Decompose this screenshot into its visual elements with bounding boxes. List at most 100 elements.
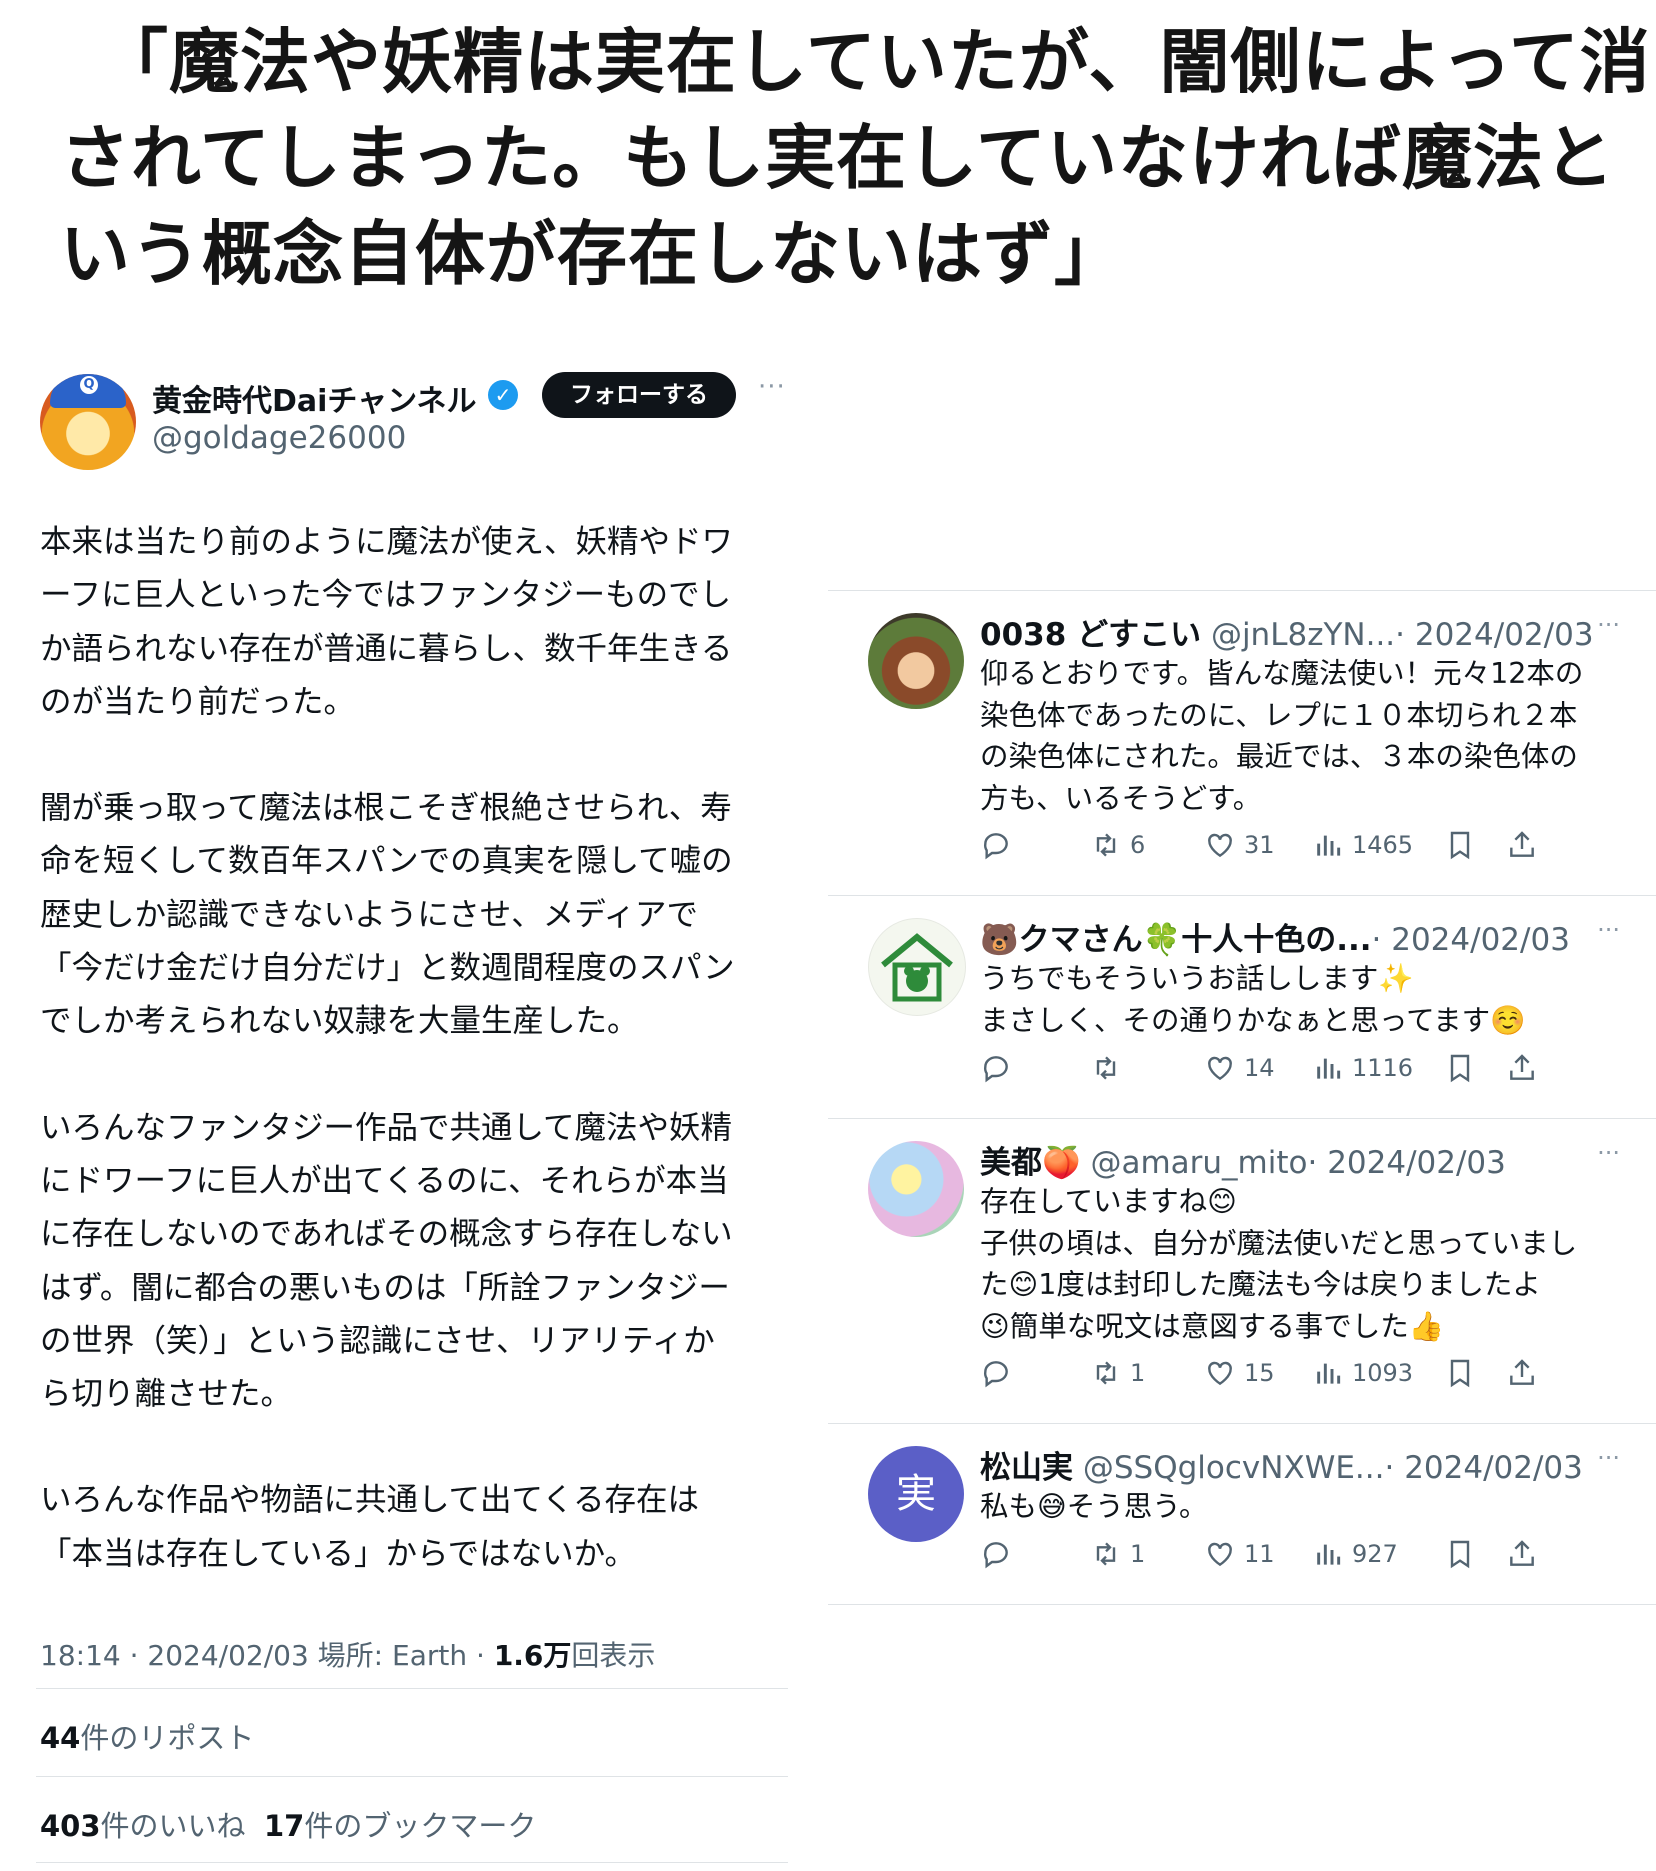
bookmark-icon (1450, 831, 1470, 860)
bookmark-icon (1450, 1540, 1470, 1569)
more-options-icon[interactable]: ··· (1597, 1139, 1620, 1167)
reply-header: 0038 どすこい @jnL8zYN...· 2024/02/03 (980, 609, 1594, 654)
bookmark-button[interactable] (1444, 1052, 1476, 1084)
caption-line: 「魔法や妖精は実在していたが、闇側によって消 (98, 21, 1651, 103)
more-options-icon[interactable]: ··· (1597, 611, 1620, 639)
text-line: た😊1度は封印した魔法も今は戻りましたよ (980, 1268, 1541, 1301)
retweet-icon (1096, 833, 1116, 857)
main-tweet: Q 黄金時代Daiチャンネル ✓ フォローする ··· @goldage2600… (36, 370, 788, 1863)
retweet-button[interactable]: 6 (1090, 829, 1145, 861)
retweet-button[interactable] (1090, 1052, 1130, 1084)
display-name[interactable]: 0038 どすこい (980, 617, 1201, 653)
share-button[interactable] (1506, 1357, 1538, 1389)
bookmark-stats[interactable]: 17件のブックマーク (264, 1809, 536, 1843)
text-line: 「本当は存在している」からではないか。 (40, 1535, 636, 1572)
follow-button[interactable]: フォローする (542, 372, 736, 418)
retweet-button[interactable]: 1 (1090, 1538, 1145, 1570)
avatar-letter: 実 (896, 1471, 936, 1517)
heart-icon (1208, 833, 1232, 858)
retweet-icon (1096, 1361, 1116, 1385)
text-line: ら切り離させた。 (40, 1376, 293, 1413)
repost-stats[interactable]: 44件のリポスト (40, 1715, 254, 1757)
reply-button[interactable] (980, 829, 1012, 861)
like-button[interactable]: 31 (1204, 829, 1275, 861)
reply-tweet[interactable]: 実 松山実 @SSQglocvNXWE...· 2024/02/03 ··· 私… (828, 1424, 1656, 1604)
reply-button[interactable] (980, 1052, 1012, 1084)
reply-date[interactable]: · 2024/02/03 (1385, 1450, 1583, 1486)
tweet-author: Q 黄金時代Daiチャンネル ✓ フォローする ··· @goldage2600… (36, 370, 788, 470)
heart-icon (1208, 1361, 1232, 1386)
reply-date[interactable]: · 2024/02/03 (1372, 922, 1570, 958)
display-name[interactable]: 黄金時代Daiチャンネル (152, 376, 477, 420)
timestamp-location[interactable]: 18:14 · 2024/02/03 場所: Earth · (40, 1639, 494, 1672)
views-button[interactable]: 927 (1312, 1538, 1398, 1570)
cap-letter: Q (80, 376, 98, 394)
user-handle[interactable]: @goldage26000 (152, 420, 406, 456)
share-button[interactable] (1506, 1052, 1538, 1084)
text-line: 私も😅そう思う。 (980, 1490, 1208, 1523)
paragraph: いろんなファンタジー作品で共通して魔法や妖精 にドワーフに巨人が出てくるのに、そ… (40, 1102, 788, 1422)
avatar[interactable] (868, 918, 966, 1016)
share-icon (1510, 831, 1534, 857)
user-handle[interactable]: @SSQglocvNXWE... (1083, 1450, 1385, 1486)
text-line: ーフに巨人といった今ではファンタジーものでし (40, 577, 732, 614)
caption-line: されてしまった。もし実在していなければ魔法と (60, 117, 1615, 199)
bookmark-icon (1450, 1054, 1470, 1083)
avatar[interactable]: 実 (868, 1446, 964, 1542)
heart-icon (1208, 1056, 1232, 1081)
text-line: の世界（笑）」という認識にさせ、リアリティか (40, 1322, 715, 1359)
like-stats[interactable]: 403件のいいね (40, 1809, 246, 1843)
text-line: うちでもそういうお話しします✨ (980, 962, 1414, 995)
bookmark-button[interactable] (1444, 829, 1476, 861)
like-button[interactable]: 14 (1204, 1052, 1275, 1084)
reply-icon (983, 1542, 1008, 1569)
more-options-icon[interactable]: ··· (758, 372, 786, 402)
reply-tweet[interactable]: 0038 どすこい @jnL8zYN...· 2024/02/03 ··· 仰る… (828, 591, 1656, 895)
retweet-button[interactable]: 1 (1090, 1357, 1145, 1389)
display-name[interactable]: 美都🍑 (980, 1145, 1081, 1181)
views-button[interactable]: 1093 (1312, 1357, 1413, 1389)
user-handle[interactable]: @jnL8zYN... (1211, 617, 1395, 653)
more-options-icon[interactable]: ··· (1597, 1444, 1620, 1472)
text-line: 歴史しか認識できないようにさせ、メディアで (40, 896, 699, 933)
reply-button[interactable] (980, 1538, 1012, 1570)
user-handle[interactable]: @amaru_mito (1090, 1145, 1307, 1181)
cap-icon: Q (50, 374, 126, 408)
text-line: 闇が乗っ取って魔法は根こそぎ根絶させられ、寿 (40, 790, 732, 827)
reply-tweet[interactable]: 美都🍑 @amaru_mito· 2024/02/03 ··· 存在していますね… (828, 1119, 1656, 1423)
reply-tweet[interactable]: 🐻クマさん🍀十人十色の...· 2024/02/03 ··· うちでもそういうお… (828, 896, 1656, 1118)
verified-badge-icon: ✓ (488, 380, 518, 410)
views-button[interactable]: 1116 (1312, 1052, 1413, 1084)
heart-icon (1208, 1542, 1232, 1567)
view-count: 1116 (1352, 1054, 1414, 1082)
avatar[interactable]: Q (40, 374, 136, 470)
share-button[interactable] (1506, 1538, 1538, 1570)
more-options-icon[interactable]: ··· (1597, 916, 1620, 944)
bookmark-label: 件のブックマーク (304, 1809, 537, 1843)
retweet-icon (1096, 1542, 1116, 1566)
paragraph: いろんな作品や物語に共通して出てくる存在は 「本当は存在している」からではないか… (40, 1474, 788, 1581)
divider (828, 1604, 1656, 1605)
avatar[interactable] (868, 613, 964, 709)
reply-button[interactable] (980, 1357, 1012, 1389)
view-label: 回表示 (571, 1639, 656, 1672)
display-name[interactable]: 🐻クマさん🍀十人十色の... (980, 922, 1372, 958)
views-button[interactable]: 1465 (1312, 829, 1413, 861)
text-line: 子供の頃は、自分が魔法使いだと思っていまし (980, 1226, 1578, 1260)
like-button[interactable]: 15 (1204, 1357, 1275, 1389)
bookmark-button[interactable] (1444, 1538, 1476, 1570)
paragraph: 闇が乗っ取って魔法は根こそぎ根絶させられ、寿 命を短くして数百年スパンでの真実を… (40, 782, 788, 1048)
share-button[interactable] (1506, 829, 1538, 861)
reply-date[interactable]: · 2024/02/03 (1307, 1145, 1505, 1181)
like-button[interactable]: 11 (1204, 1538, 1275, 1570)
avatar[interactable] (868, 1141, 964, 1237)
text-line: 😉簡単な呪文は意図する事でした👍 (980, 1309, 1445, 1343)
analytics-icon (1317, 1544, 1341, 1565)
view-count: 927 (1352, 1540, 1398, 1568)
tweet-meta: 18:14 · 2024/02/03 場所: Earth · 1.6万回表示 (40, 1634, 655, 1674)
bookmark-button[interactable] (1444, 1357, 1476, 1389)
divider (36, 1688, 788, 1689)
reply-actions: 1 11 927 (980, 1538, 1640, 1578)
reply-date[interactable]: · 2024/02/03 (1395, 617, 1593, 653)
display-name[interactable]: 松山実 (980, 1450, 1073, 1486)
